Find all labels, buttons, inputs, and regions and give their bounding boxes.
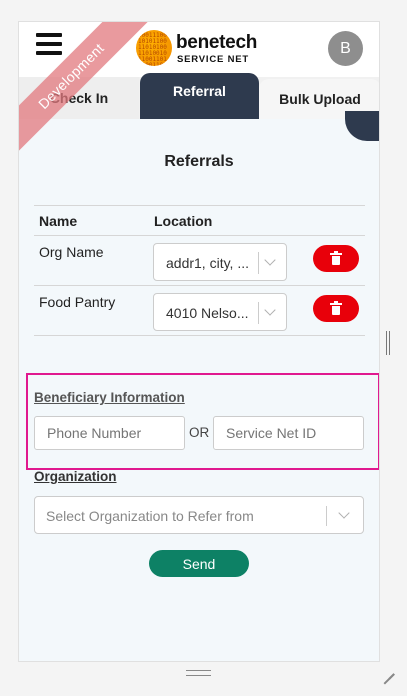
column-header-location: Location <box>154 213 213 229</box>
row-org-name: Food Pantry <box>39 294 116 310</box>
location-select[interactable]: 4010 Nelso... <box>153 293 287 331</box>
referrals-table: Name Location Org Name addr1, city, ... … <box>34 205 365 336</box>
user-avatar[interactable]: B <box>328 31 363 66</box>
send-button[interactable]: Send <box>149 550 249 577</box>
location-select[interactable]: addr1, city, ... <box>153 243 287 281</box>
table-row: Org Name addr1, city, ... <box>34 236 365 286</box>
table-header: Name Location <box>34 205 365 236</box>
or-label: OR <box>189 425 210 440</box>
referral-content: Referrals Name Location Org Name addr1, … <box>19 111 379 661</box>
beneficiary-section-label: Beneficiary Information <box>34 390 185 405</box>
trash-icon <box>330 300 342 315</box>
organization-section-label: Organization <box>34 469 117 484</box>
logo-brand-subtitle: SERVICE NET <box>177 54 249 65</box>
select-separator <box>326 506 327 526</box>
logo-binary-globe-icon: 1001110010101100110101001101001011001101… <box>136 30 172 66</box>
tab-referral[interactable]: Referral <box>140 73 259 119</box>
organization-select[interactable]: Select Organization to Refer from <box>34 496 364 534</box>
delete-row-button[interactable] <box>313 245 359 272</box>
select-separator <box>258 252 259 274</box>
chevron-down-icon[interactable] <box>338 507 350 519</box>
logo-brand-name: benetech <box>176 32 258 53</box>
trash-icon <box>330 250 342 265</box>
app-frame: 1001110010101100110101001101001011001101… <box>18 21 380 662</box>
chevron-down-icon[interactable] <box>264 304 276 316</box>
organization-select-placeholder: Select Organization to Refer from <box>46 508 254 524</box>
location-select-value: 4010 Nelso... <box>166 305 249 321</box>
page-title: Referrals <box>164 153 234 170</box>
resize-corner-icon[interactable] <box>382 664 394 676</box>
side-resize-grip-icon[interactable] <box>386 331 390 355</box>
column-header-name: Name <box>39 213 78 229</box>
phone-number-input[interactable] <box>34 416 185 450</box>
delete-row-button[interactable] <box>313 295 359 322</box>
chevron-down-icon[interactable] <box>264 254 276 266</box>
location-select-value: addr1, city, ... <box>166 255 249 271</box>
bottom-resize-grip-icon[interactable] <box>186 670 211 676</box>
table-row: Food Pantry 4010 Nelso... <box>34 286 365 336</box>
select-separator <box>258 302 259 324</box>
benetech-logo: 1001110010101100110101001101001011001101… <box>136 28 266 70</box>
hamburger-menu-icon[interactable] <box>36 33 62 55</box>
service-net-id-input[interactable] <box>213 416 364 450</box>
row-org-name: Org Name <box>39 244 104 260</box>
decorative-corner <box>345 111 379 141</box>
